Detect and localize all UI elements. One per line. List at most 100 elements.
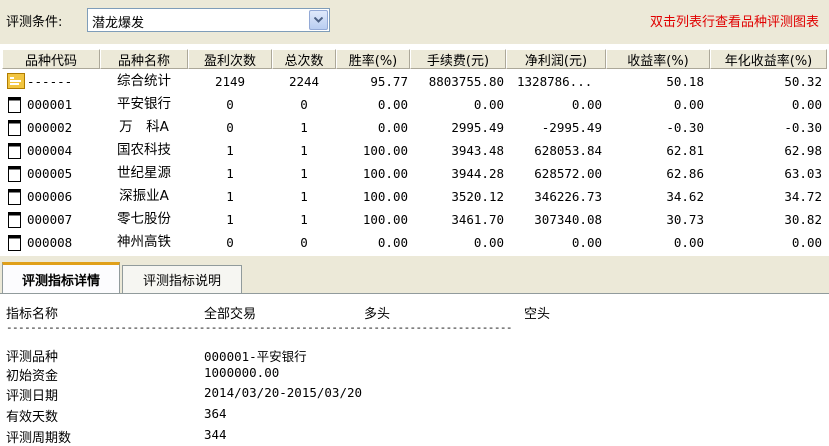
double-click-hint: 双击列表行查看品种评测图表	[649, 15, 819, 30]
col-header-code[interactable]: 品种代码	[2, 49, 100, 69]
row-fee: 3943.48	[451, 143, 504, 158]
row-fee: 2995.49	[451, 120, 504, 135]
row-name: 平安银行	[117, 96, 171, 112]
row-code: 000002	[27, 120, 73, 135]
row-name: 万 科A	[119, 119, 169, 135]
document-icon	[8, 235, 21, 251]
col-header-fee[interactable]: 手续费(元)	[410, 49, 506, 69]
document-icon	[8, 212, 21, 228]
table-row[interactable]: 000002 万 科A 0 1 0.00 2995.49 -2995.49 -0…	[0, 116, 829, 139]
row-code: 000008	[27, 235, 73, 250]
detail-header-long: 多头	[364, 307, 391, 322]
row-winrate: 100.00	[362, 143, 408, 158]
row-return: 62.81	[666, 143, 704, 158]
row-wins: 0	[226, 235, 234, 250]
row-total: 2244	[288, 74, 320, 89]
row-annual-return: -0.30	[784, 120, 822, 135]
row-code: 000005	[27, 166, 73, 181]
row-netprofit: 0.00	[571, 97, 602, 112]
col-header-winrate[interactable]: 胜率(%)	[336, 49, 410, 69]
tab-indicator-explanation[interactable]: 评测指标说明	[122, 265, 242, 293]
chevron-down-icon[interactable]	[309, 10, 328, 30]
document-icon	[8, 97, 21, 113]
col-header-return[interactable]: 收益率(%)	[606, 49, 710, 69]
detail-header-all-trades: 全部交易	[204, 307, 257, 322]
row-fee: 0.00	[473, 235, 504, 250]
detail-panel: 指标名称 全部交易 多头 空头 ------------------------…	[0, 294, 829, 446]
condition-value: 潜龙爆发	[92, 16, 145, 31]
row-annual-return: 34.72	[784, 189, 822, 204]
detail-tabstrip: 评测指标详情 评测指标说明	[0, 256, 829, 294]
document-icon	[8, 166, 21, 182]
row-annual-return: 0.00	[791, 235, 822, 250]
row-name: 零七股份	[117, 211, 171, 227]
col-header-wins[interactable]: 盈利次数	[188, 49, 272, 69]
row-annual-return: 62.98	[784, 143, 822, 158]
row-annual-return: 0.00	[791, 97, 822, 112]
row-netprofit: 1328786...	[517, 74, 593, 89]
row-name: 世纪星源	[117, 165, 171, 181]
col-header-netprofit[interactable]: 净利润(元)	[506, 49, 606, 69]
row-total: 1	[300, 143, 308, 158]
document-icon	[8, 189, 21, 205]
col-header-annual-return[interactable]: 年化收益率(%)	[710, 49, 827, 69]
tab-indicator-details[interactable]: 评测指标详情	[2, 262, 120, 294]
row-wins: 1	[226, 212, 234, 227]
row-netprofit: -2995.49	[541, 120, 602, 135]
table-row-summary[interactable]: ------ 综合统计 2149 2244 95.77 8803755.80 1…	[0, 70, 829, 93]
row-wins: 1	[226, 189, 234, 204]
row-return: 34.62	[666, 189, 704, 204]
row-netprofit: 346226.73	[534, 189, 602, 204]
row-total: 0	[300, 97, 308, 112]
detail-value: 364	[204, 406, 227, 421]
table-row[interactable]: 000006 深振业A 1 1 100.00 3520.12 346226.73…	[0, 185, 829, 208]
detail-value: 1000000.00	[204, 365, 280, 380]
row-code: 000001	[27, 97, 73, 112]
row-wins: 0	[226, 97, 234, 112]
row-name: 综合统计	[117, 73, 171, 89]
row-return: 30.73	[666, 212, 704, 227]
row-name: 深振业A	[119, 188, 169, 204]
detail-header-indicator: 指标名称	[6, 307, 59, 322]
row-return: -0.30	[666, 120, 704, 135]
table-row[interactable]: 000004 国农科技 1 1 100.00 3943.48 628053.84…	[0, 139, 829, 162]
row-wins: 1	[226, 166, 234, 181]
table-row[interactable]: 000008 神州高铁 0 0 0.00 0.00 0.00 0.00 0.00	[0, 231, 829, 254]
row-fee: 8803755.80	[428, 74, 504, 89]
detail-value: 000001-平安银行	[204, 349, 307, 364]
detail-value: 344	[204, 427, 227, 442]
row-netprofit: 628053.84	[534, 143, 602, 158]
row-total: 1	[300, 212, 308, 227]
row-winrate: 100.00	[362, 166, 408, 181]
results-table[interactable]: 品种代码 品种名称 盈利次数 总次数 胜率(%) 手续费(元) 净利润(元) 收…	[0, 44, 829, 254]
row-total: 1	[300, 189, 308, 204]
col-header-name[interactable]: 品种名称	[100, 49, 188, 69]
detail-label: 有效天数	[6, 410, 59, 425]
col-header-total[interactable]: 总次数	[272, 49, 336, 69]
row-code: 000007	[27, 212, 73, 227]
row-return: 0.00	[673, 235, 704, 250]
row-annual-return: 50.32	[784, 74, 822, 89]
row-fee: 3944.28	[451, 166, 504, 181]
row-winrate: 95.77	[370, 74, 408, 89]
row-fee: 0.00	[473, 97, 504, 112]
table-row[interactable]: 000005 世纪星源 1 1 100.00 3944.28 628572.00…	[0, 162, 829, 185]
table-row[interactable]: 000007 零七股份 1 1 100.00 3461.70 307340.08…	[0, 208, 829, 231]
condition-select[interactable]: 潜龙爆发	[87, 8, 330, 32]
row-netprofit: 628572.00	[534, 166, 602, 181]
condition-label: 评测条件:	[6, 15, 63, 30]
folder-summary-icon	[7, 73, 25, 89]
condition-bar: 评测条件: 潜龙爆发 双击列表行查看品种评测图表	[0, 0, 829, 44]
row-return: 50.18	[666, 74, 704, 89]
row-fee: 3461.70	[451, 212, 504, 227]
row-winrate: 100.00	[362, 212, 408, 227]
row-winrate: 100.00	[362, 189, 408, 204]
row-name: 神州高铁	[117, 234, 171, 250]
table-row[interactable]: 000001 平安银行 0 0 0.00 0.00 0.00 0.00 0.00	[0, 93, 829, 116]
detail-value: 2014/03/20-2015/03/20	[204, 385, 363, 400]
row-winrate: 0.00	[377, 97, 408, 112]
row-code: 000004	[27, 143, 73, 158]
row-name: 国农科技	[117, 142, 171, 158]
detail-label: 评测周期数	[6, 431, 72, 446]
row-wins: 0	[226, 120, 234, 135]
